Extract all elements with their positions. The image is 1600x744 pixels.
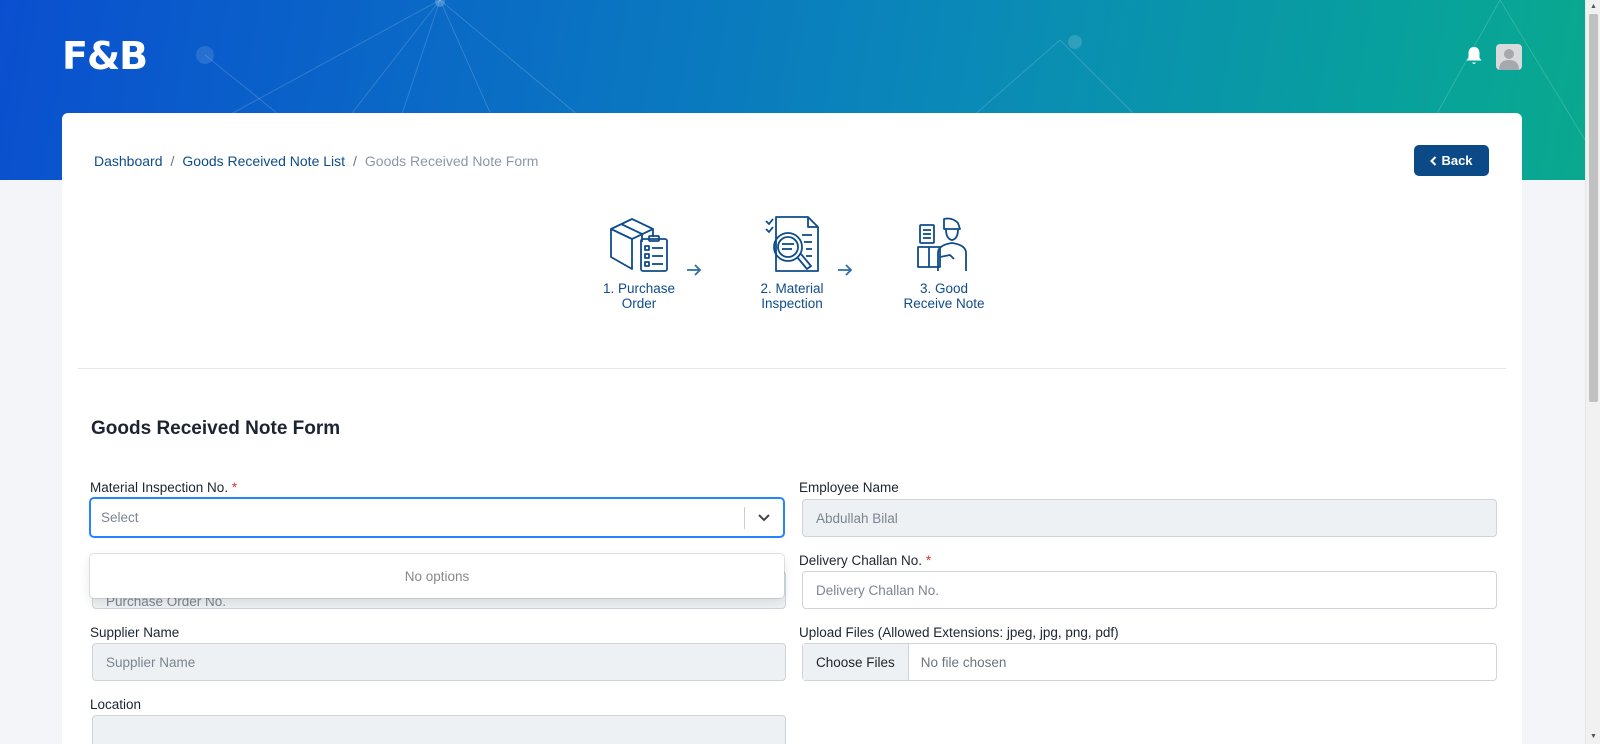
breadcrumb-dashboard[interactable]: Dashboard <box>94 153 163 169</box>
upload-files-label: Upload Files (Allowed Extensions: jpeg, … <box>799 625 1119 640</box>
required-marker: * <box>925 553 932 568</box>
step-label-line1: 3. Good <box>919 281 969 296</box>
chevron-down-icon[interactable] <box>757 510 771 524</box>
step-label-line1: 1. Purchase <box>602 281 676 296</box>
upload-files-input[interactable]: Choose Files No file chosen <box>802 643 1497 681</box>
breadcrumb-grn-list[interactable]: Goods Received Note List <box>182 153 345 169</box>
box-clipboard-icon <box>610 218 668 272</box>
chevron-left-icon <box>1430 155 1437 166</box>
breadcrumb-current: Goods Received Note Form <box>364 153 539 169</box>
required-marker: * <box>231 480 238 495</box>
page-scrollbar[interactable]: ▲ ▼ <box>1585 0 1600 744</box>
arrow-right-icon <box>687 264 702 276</box>
material-inspection-select[interactable]: Select <box>90 498 784 537</box>
breadcrumb-separator: / <box>170 153 175 169</box>
step-label-line2: Inspection <box>761 296 823 311</box>
breadcrumb-separator: / <box>353 153 357 169</box>
scroll-thumb[interactable] <box>1589 14 1598 402</box>
back-button-label: Back <box>1441 153 1473 168</box>
step-label-line2: Order <box>621 296 657 311</box>
step-material-inspection[interactable]: 2. Material Inspection <box>737 215 847 311</box>
app-logo[interactable]: F&B <box>62 34 148 78</box>
location-field[interactable] <box>92 715 786 744</box>
label-text: Delivery Challan No. <box>799 553 923 568</box>
form-title: Goods Received Note Form <box>91 418 341 439</box>
step-label-line1: 2. Material <box>760 281 824 296</box>
arrow-right-icon <box>838 264 853 276</box>
label-text: Material Inspection No. <box>90 480 229 495</box>
select-dropdown-menu: No options <box>90 554 784 598</box>
material-inspection-label: Material Inspection No. * <box>90 480 237 495</box>
employee-name-value: Abdullah Bilal <box>816 510 898 526</box>
choose-files-button[interactable]: Choose Files <box>803 644 909 680</box>
scroll-down-icon[interactable]: ▼ <box>1589 732 1598 741</box>
section-divider <box>78 368 1506 369</box>
delivery-person-icon <box>917 217 967 271</box>
employee-name-field: Abdullah Bilal <box>802 499 1497 537</box>
back-button[interactable]: Back <box>1414 145 1489 176</box>
breadcrumb: Dashboard / Goods Received Note List / G… <box>94 153 538 169</box>
employee-name-label: Employee Name <box>799 480 899 495</box>
delivery-challan-placeholder: Delivery Challan No. <box>816 582 940 598</box>
bell-icon[interactable] <box>1465 46 1483 66</box>
step-purchase-order[interactable]: 1. Purchase Order <box>584 215 694 311</box>
document-magnifier-icon <box>765 216 819 272</box>
supplier-name-placeholder: Supplier Name <box>106 654 196 670</box>
step-good-receive-note[interactable]: 3. Good Receive Note <box>889 215 999 311</box>
no-options-message: No options <box>404 568 470 584</box>
supplier-name-field: Supplier Name <box>92 643 786 681</box>
user-avatar-icon[interactable] <box>1496 44 1522 70</box>
delivery-challan-input[interactable]: Delivery Challan No. <box>802 571 1497 609</box>
select-placeholder: Select <box>101 510 139 525</box>
file-status-text: No file chosen <box>920 654 1007 670</box>
step-label-line2: Receive Note <box>903 296 985 311</box>
scroll-up-icon[interactable]: ▲ <box>1589 2 1598 11</box>
supplier-name-label: Supplier Name <box>90 625 180 640</box>
location-label: Location <box>90 697 142 712</box>
select-separator <box>744 507 745 529</box>
delivery-challan-label: Delivery Challan No. * <box>799 553 931 568</box>
main-card: Dashboard / Goods Received Note List / G… <box>62 113 1522 744</box>
